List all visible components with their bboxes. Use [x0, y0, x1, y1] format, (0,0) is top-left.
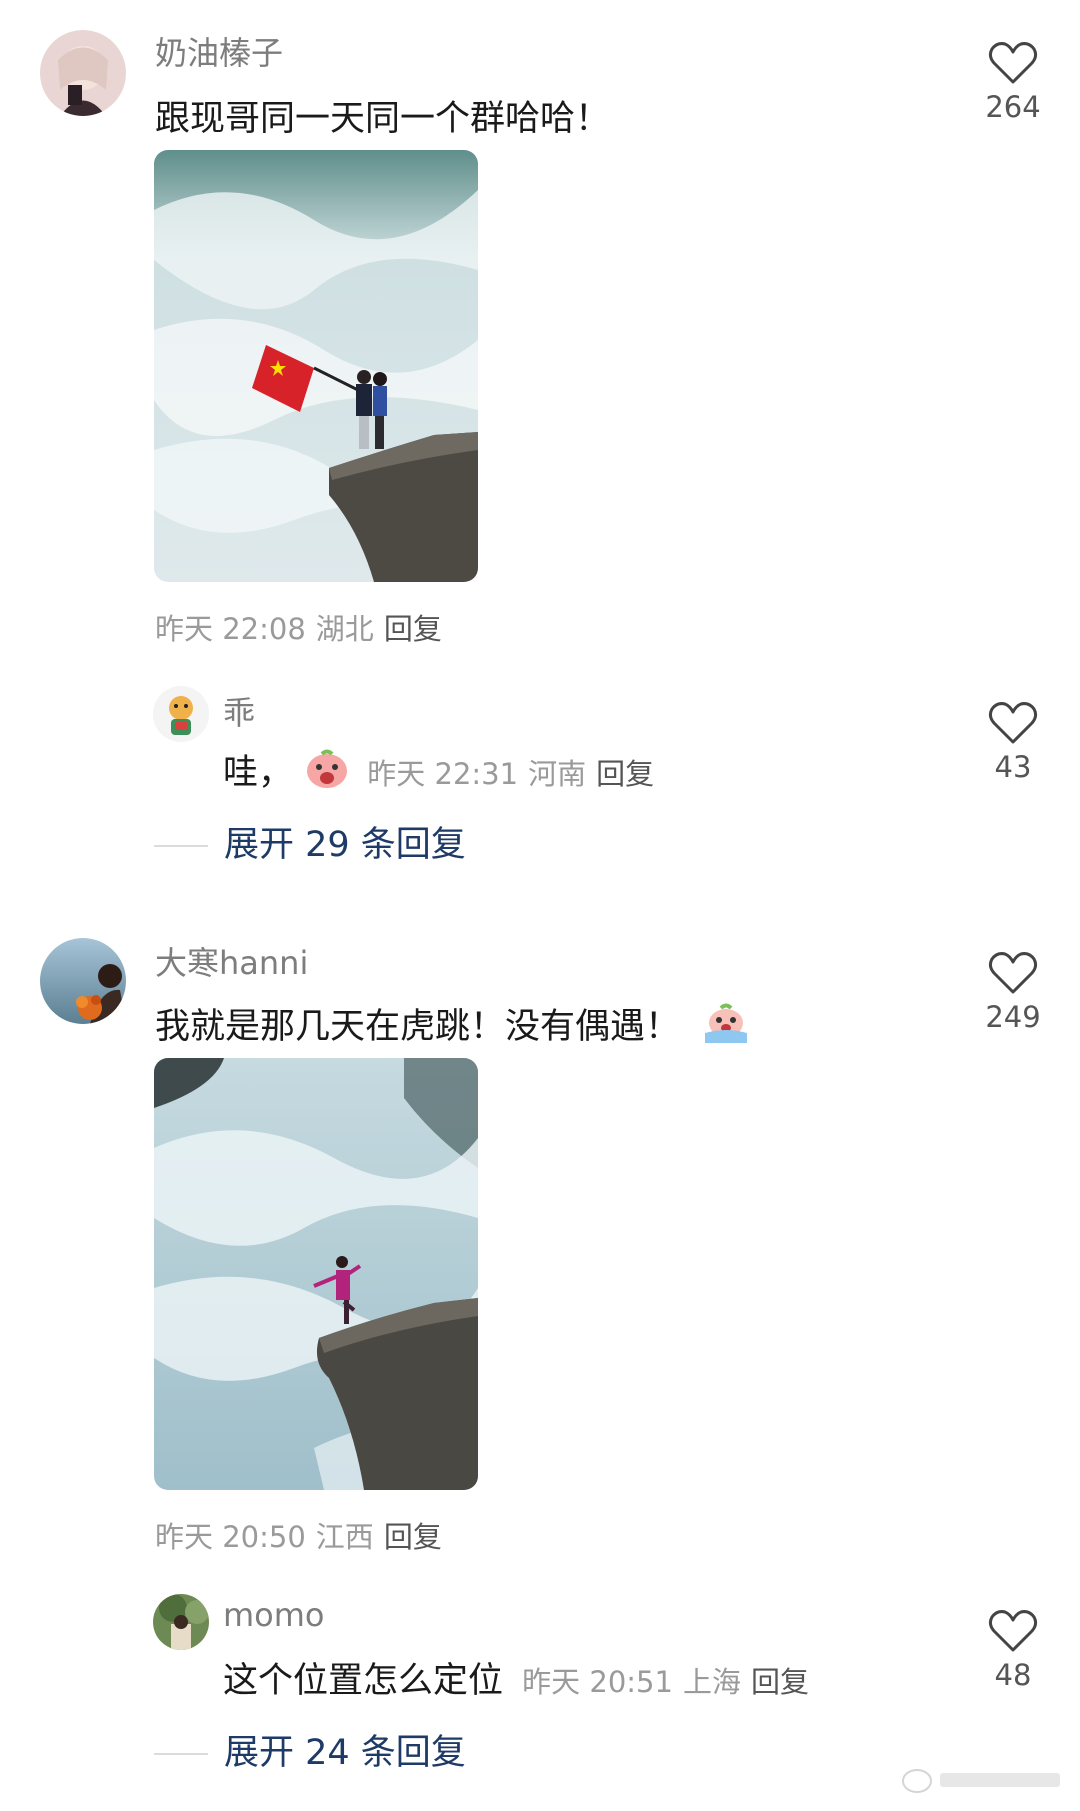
reply-location: 河南 — [528, 757, 587, 791]
heart-outline-icon — [988, 42, 1038, 84]
crying-emoji-icon — [304, 749, 350, 800]
reply-username[interactable]: 乖 — [223, 688, 255, 734]
reply-like-count: 43 — [994, 750, 1032, 784]
heart-outline-icon — [988, 952, 1038, 994]
like-button[interactable]: 264 — [968, 40, 1058, 124]
reply-text: 哇， — [223, 753, 294, 793]
divider — [154, 1753, 208, 1755]
reply-text: 这个位置怎么定位 — [223, 1661, 504, 1701]
like-count: 249 — [985, 1000, 1041, 1034]
reply-location: 上海 — [682, 1665, 741, 1699]
comment-time: 昨天 20:50 — [155, 1520, 306, 1554]
reply-username[interactable]: momo — [223, 1596, 325, 1634]
reply-like-button[interactable]: 43 — [968, 700, 1058, 784]
expand-replies-label[interactable]: 展开 24 条回复 — [224, 1733, 466, 1773]
comment-text: 我就是那几天在虎跳！没有偶遇！ — [155, 1007, 681, 1047]
reply-avatar[interactable] — [153, 1594, 209, 1650]
comment-text-row: 我就是那几天在虎跳！没有偶遇！ — [155, 998, 749, 1054]
reply-reply-button[interactable]: 回复 — [751, 1665, 809, 1699]
comment-location: 湖北 — [315, 612, 374, 646]
like-button[interactable]: 249 — [968, 950, 1058, 1034]
reply-like-button[interactable]: 48 — [968, 1608, 1058, 1692]
heart-outline-icon — [988, 1610, 1038, 1652]
expand-replies-label[interactable]: 展开 29 条回复 — [224, 825, 466, 865]
comment-username[interactable]: 奶油榛子 — [155, 28, 283, 74]
reply-row: 这个位置怎么定位 昨天 20:51 上海 回复 — [223, 1652, 809, 1703]
comment-photo[interactable] — [154, 150, 478, 582]
crying-emoji-icon — [703, 1003, 749, 1054]
reply-button[interactable]: 回复 — [384, 612, 442, 646]
comment-location: 江西 — [315, 1520, 374, 1554]
expand-replies[interactable]: 展开 29 条回复 — [154, 816, 466, 867]
reply-row: 哇， 昨天 22:31 河南 回复 — [223, 744, 654, 800]
reply-button[interactable]: 回复 — [384, 1520, 442, 1554]
like-count: 264 — [985, 90, 1041, 124]
reply-time: 昨天 20:51 — [522, 1665, 673, 1699]
comment-text: 跟现哥同一天同一个群哈哈！ — [155, 99, 611, 139]
expand-replies[interactable]: 展开 24 条回复 — [154, 1724, 466, 1775]
reply-time: 昨天 22:31 — [367, 757, 519, 791]
reply-avatar[interactable] — [153, 686, 209, 742]
comment-username[interactable]: 大寒hanni — [155, 938, 308, 984]
heart-outline-icon — [988, 702, 1038, 744]
reply-reply-button[interactable]: 回复 — [596, 757, 654, 791]
comment-meta: 昨天 22:08 湖北 回复 — [155, 606, 442, 648]
comment-photo[interactable] — [154, 1058, 478, 1490]
avatar[interactable] — [40, 938, 126, 1024]
comment-time: 昨天 22:08 — [155, 612, 306, 646]
reply-like-count: 48 — [994, 1658, 1032, 1692]
watermark-logo — [902, 1769, 1060, 1793]
comment-meta: 昨天 20:50 江西 回复 — [155, 1514, 442, 1556]
divider — [154, 845, 208, 847]
avatar[interactable] — [40, 30, 126, 116]
